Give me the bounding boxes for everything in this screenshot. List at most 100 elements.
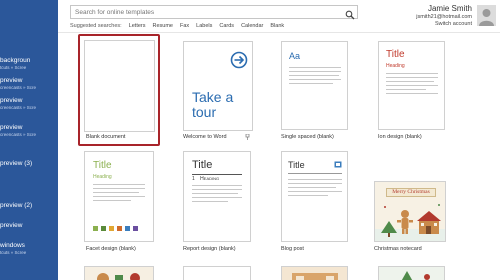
suggested-link-cards[interactable]: Cards [219,23,234,29]
template-thumbnail: Merry Christmas [374,181,446,242]
swatch [93,226,98,231]
recent-item-title: preview (2) [0,202,33,209]
rule-line [192,174,242,175]
swatch [101,226,106,231]
template-thumbnail: Title Heading [84,151,154,242]
template-thumbnail [281,266,348,280]
template-title-text: Title [192,159,213,171]
text-line [288,191,342,192]
recent-item[interactable]: preview [0,222,58,230]
template-thumbnail [378,266,445,280]
text-line [288,179,342,180]
template-heading-text: Heading [386,63,405,69]
suggested-link-resume[interactable]: Resume [153,23,173,29]
recent-item[interactable]: preview creencasts » Scre [0,77,58,91]
template-heading-text: Heading [200,176,220,182]
text-line [288,195,328,196]
search-icon[interactable] [345,7,355,20]
suggested-link-blank[interactable]: Blank [270,23,284,29]
recent-item[interactable]: preview creencasts » Scre [0,97,58,111]
template-thumbnail: Title [281,151,348,242]
recent-item-path: creencasts » Scre [0,85,37,90]
template-thumbnail: Take a tour [183,41,253,131]
switch-account-link[interactable]: Switch account [416,21,472,28]
pin-icon[interactable] [245,134,250,140]
suggested-searches-label: Suggested searches: [70,23,122,29]
template-title-text: Title [93,160,112,171]
recent-item-path: creencasts » Scre [0,105,37,110]
swatch [125,226,130,231]
recent-item-title: preview [0,77,23,84]
template-caption: Blog post [281,246,304,252]
template-caption: Single spaced (blank) [281,134,334,140]
account-name: Jamie Smith [427,4,472,13]
recent-item-title: backgroun [0,57,31,64]
recent-item-path: tcuts » Scree [0,250,27,255]
swatch [109,226,114,231]
report-heading: 1 Heading [192,176,219,182]
decorative-illustration [97,273,140,280]
template-title-text: Title [386,49,405,60]
recent-item[interactable]: preview (2) [0,202,58,210]
recent-item[interactable]: preview creencasts » Scre [0,124,58,138]
template-heading-text: Heading [93,174,112,180]
recent-item-title: preview [0,124,23,131]
circle-arrow-icon [230,51,248,69]
header-divider [58,32,500,33]
template-search-input[interactable] [75,7,340,17]
word-new-document-screen: backgroun tcuts » Scree preview creencas… [0,0,500,280]
text-line [93,188,145,189]
recent-item[interactable]: preview (3) [0,160,58,168]
text-line [192,201,228,202]
suggested-link-labels[interactable]: Labels [196,23,212,29]
recent-item[interactable]: windows tcuts » Scree [0,242,58,256]
template-caption: Report design (blank) [183,246,236,252]
recent-item-title: preview [0,222,23,229]
avatar[interactable] [477,5,496,26]
suggested-link-calendar[interactable]: Calendar [241,23,263,29]
text-line [289,83,333,84]
recent-item-path: creencasts » Scre [0,132,37,137]
suggested-searches: Suggested searches: Letters Resume Fax L… [70,22,284,30]
text-line [289,79,341,80]
recent-item[interactable]: backgroun tcuts » Scree [0,57,58,71]
text-line [192,193,238,194]
text-line [93,184,145,185]
tour-text: Take a tour [192,89,234,120]
template-thumbnail: Aa [281,41,348,130]
text-line [386,89,426,90]
text-line [93,200,131,201]
text-line [288,183,342,184]
rule-line [288,173,342,174]
template-caption: Welcome to Word [183,134,227,140]
suggested-link-fax[interactable]: Fax [180,23,189,29]
template-caption: Christmas notecard [374,246,422,252]
text-line [386,73,438,74]
color-swatches [93,226,138,231]
account-info: Jamie Smith jsmith21@hotmail.com Switch … [416,4,472,28]
suggested-link-letters[interactable]: Letters [129,23,146,29]
recent-item-title: preview [0,97,23,104]
text-line [386,93,438,94]
text-line [93,196,145,197]
template-thumbnail: Title 1 Heading [183,151,251,242]
blog-icon [334,161,342,168]
swatch [133,226,138,231]
xmas-banner: Merry Christmas [386,188,436,197]
decorative-illustration [401,271,430,280]
text-line [386,85,438,86]
template-thumbnail: Title Heading [378,41,445,130]
text-line [192,189,242,190]
template-title-text: Aa [289,51,301,61]
gingerbread-illustration [375,204,445,241]
recent-item-title: preview (3) [0,160,33,167]
recent-item-path: tcuts » Scree [0,65,27,70]
decorative-illustration [292,273,338,280]
recent-item-title: windows [0,242,25,249]
swatch [117,226,122,231]
template-title-text: Title [288,160,305,170]
text-line [192,197,242,198]
text-line [386,81,434,82]
text-line [288,187,336,188]
template-caption: Facet design (blank) [86,246,136,252]
